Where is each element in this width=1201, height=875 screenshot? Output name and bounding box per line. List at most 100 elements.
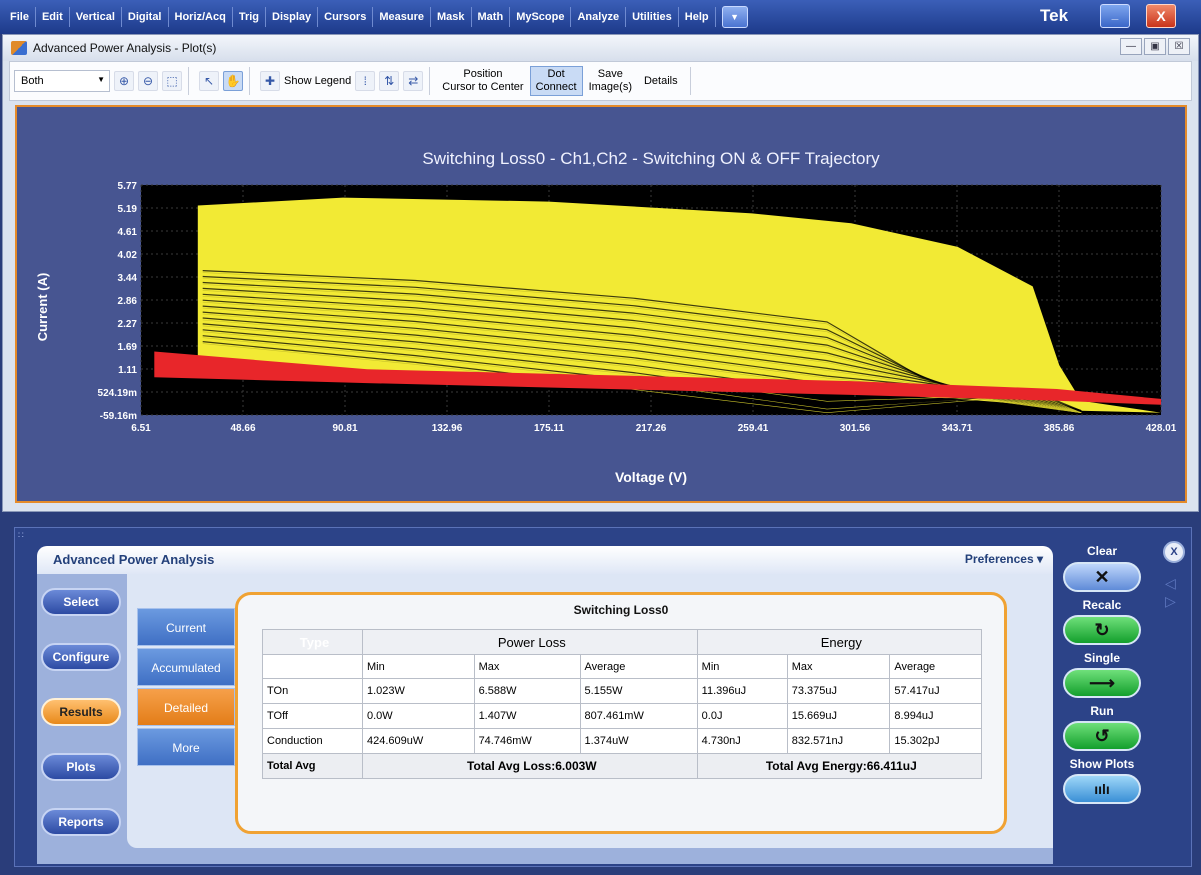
x-tick-label: 428.01 [1146,423,1177,434]
menu-item-display[interactable]: Display [266,7,319,27]
details-button[interactable]: Details [638,75,684,88]
zoom-fit-icon[interactable]: ⬚ [162,71,182,91]
menu-item-mask[interactable]: Mask [431,7,472,27]
plot-restore-button[interactable]: ▣ [1144,38,1166,55]
x-tick-label: 175.11 [534,423,564,434]
plot-close-button[interactable]: ☒ [1168,38,1190,55]
table-header-row: Type Power Loss Energy [262,629,983,655]
plot-window-title: Advanced Power Analysis - Plot(s) [33,41,217,55]
y-tick-label: 4.02 [118,250,138,261]
panel-close-button[interactable]: X [1163,541,1185,563]
minimize-button[interactable]: _ [1100,4,1130,28]
dot-connect-line2: Connect [535,81,577,93]
menu-item-trig[interactable]: Trig [233,7,267,27]
preferences-menu[interactable]: Preferences ▾ [965,552,1043,566]
row-label: TOn [262,678,363,704]
menu-item-digital[interactable]: Digital [122,7,169,27]
plot-window-titlebar: Advanced Power Analysis - Plot(s) — ▣ ☒ [3,35,1198,61]
tab-accumulated[interactable]: Accumulated [137,648,235,686]
table-cell: 832.571nJ [786,728,891,754]
menu-item-horizacq[interactable]: Horiz/Acq [169,7,233,27]
column-header-type: Type [262,629,363,655]
menu-item-myscope[interactable]: MyScope [510,7,572,27]
table-cell: 1.407W [473,703,581,729]
nav-configure-button[interactable]: Configure [41,643,121,671]
tab-detailed[interactable]: Detailed [137,688,235,726]
y-tick-label: 4.61 [118,227,138,238]
menu-bar: File Edit Vertical Digital Horiz/Acq Trig Disp… [0,0,1201,34]
plot-window: Advanced Power Analysis - Plot(s) — ▣ ☒ … [2,34,1199,512]
menu-item-analyze[interactable]: Analyze [571,7,627,27]
table-cell: 1.374uW [579,728,698,754]
tab-more[interactable]: More [137,728,235,766]
plot-type-value: Both [21,75,44,87]
menu-dropdown-button[interactable]: ▼ [721,6,748,28]
single-label: Single [1083,651,1120,665]
y-tick-label: 1.69 [118,342,138,353]
table-cell: 5.155W [579,678,698,704]
table-cell: 807.461mW [579,703,698,729]
chevron-down-icon: ▼ [97,75,105,84]
menu-item-utilities[interactable]: Utilities [626,7,679,27]
pan-hand-icon[interactable]: ✋ [223,71,243,91]
nav-reports-button[interactable]: Reports [41,808,121,836]
zoom-in-icon[interactable]: ⊕ [114,71,134,91]
table-cell: 0.0W [362,703,475,729]
save-images-button[interactable]: Save Image(s) [583,68,638,94]
menu-item-vertical[interactable]: Vertical [70,7,122,27]
save-images-line2: Image(s) [588,81,632,93]
column-header-average-power: Average [579,654,698,679]
nav-plots-button[interactable]: Plots [41,753,121,781]
plot-type-select[interactable]: Both ▼ [14,70,110,92]
table-cell: 15.302pJ [889,728,982,754]
toolbar-divider [188,67,189,95]
dot-connect-line1: Dot [547,68,565,80]
menu-item-help[interactable]: Help [679,7,716,27]
application-panel: ∷ Advanced Power Analysis Preferences ▾ … [14,527,1192,867]
table-cell: 73.375uJ [786,678,891,704]
show-plots-label: Show Plots [1069,757,1135,771]
tab-current[interactable]: Current [137,608,235,646]
nav-results-button[interactable]: Results [41,698,121,726]
clear-button[interactable]: ✕ [1063,562,1141,592]
vertical-cursors-icon[interactable]: ⁞ [355,71,376,91]
plot-minimize-button[interactable]: — [1120,38,1142,55]
position-cursor-line1: Position [463,68,503,80]
panel-scroll-arrows-icon[interactable]: ◁ ▷ [1165,574,1176,610]
app-header: Advanced Power Analysis Preferences ▾ [37,546,1053,574]
menu-item-cursors[interactable]: Cursors [318,7,374,27]
menu-item-math[interactable]: Math [472,7,511,27]
horizontal-cursors-icon[interactable]: ⇅ [379,71,400,91]
trajectory-chart[interactable]: Switching Loss0 - Ch1,Ch2 - Switching ON… [17,107,1185,501]
table-row: TOn 1.023W 6.588W 5.155W 11.396uJ 73.375uJ 57.… [262,678,982,704]
menu-item-edit[interactable]: Edit [36,7,70,27]
x-tick-label: 217.26 [636,423,667,434]
cursor-toggle-icon[interactable]: ⇄ [403,71,424,91]
show-legend-checkbox[interactable]: ✚ [260,71,280,91]
nav-select-button[interactable]: Select [41,588,121,616]
x-tick-label: 259.41 [738,423,769,434]
row-label: Conduction [262,728,363,754]
single-button[interactable]: ⟶ [1063,668,1141,698]
show-plots-button[interactable]: ıılı [1063,774,1141,804]
x-tick-label: 90.81 [332,423,357,434]
table-cell: 74.746mW [473,728,581,754]
table-row: Conduction 424.609uW 74.746mW 1.374uW 4.730n… [262,728,982,754]
zoom-out-icon[interactable]: ⊖ [138,71,158,91]
table-cell: 4.730nJ [696,728,788,754]
run-button[interactable]: ↺ [1063,721,1141,751]
menu-item-measure[interactable]: Measure [373,7,431,27]
y-tick-label: 5.77 [118,181,138,192]
position-cursor-button[interactable]: Position Cursor to Center [436,68,529,94]
menu-item-file[interactable]: File [4,7,36,27]
plot-area[interactable]: Switching Loss0 - Ch1,Ch2 - Switching ON… [15,105,1187,503]
position-cursor-line2: Cursor to Center [442,81,524,93]
select-pointer-icon[interactable]: ↖ [199,71,219,91]
dot-connect-button[interactable]: Dot Connect [529,66,583,96]
y-tick-label: 524.19m [98,388,138,399]
recalc-button[interactable]: ↻ [1063,615,1141,645]
close-button[interactable]: X [1146,4,1176,28]
column-header-max-energy: Max [786,654,891,679]
drag-grip-icon[interactable]: ∷ [18,530,24,541]
run-label: Run [1090,704,1114,718]
